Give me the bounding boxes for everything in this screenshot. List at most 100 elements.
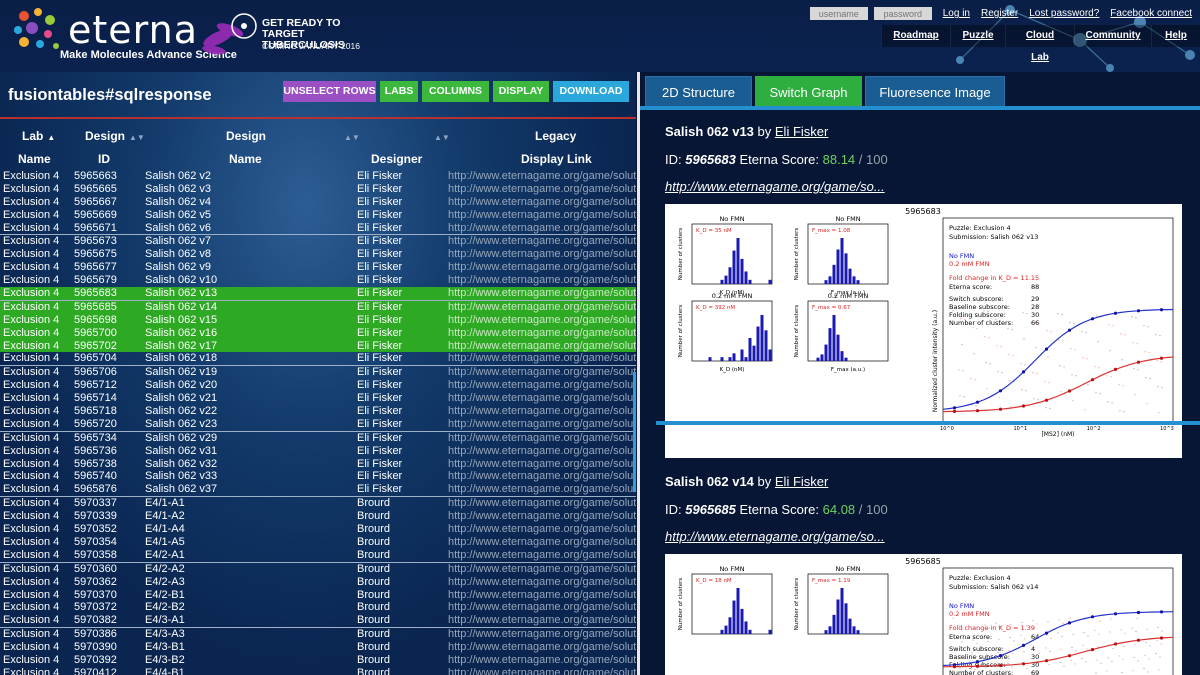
nav-community[interactable]: Community xyxy=(1074,25,1151,47)
tab-2d-structure[interactable]: 2D Structure xyxy=(645,76,752,106)
cell-legacy-link[interactable]: http://www.eternagame.org/game/solution xyxy=(448,576,636,589)
table-row[interactable]: Exclusion 4 5970372 E4/2-B2 Brourd http://ww… xyxy=(0,601,636,614)
tab-switch-graph[interactable]: Switch Graph xyxy=(755,76,862,106)
cell-legacy-link[interactable]: http://www.eternagame.org/game/solution xyxy=(448,667,636,675)
login-link[interactable]: Log in xyxy=(943,8,970,19)
cell-legacy-link[interactable]: http://www.eternagame.org/game/solution xyxy=(448,261,636,274)
table-row[interactable]: Exclusion 4 5965714 Salish 062 v21 Eli Fisk… xyxy=(0,392,636,405)
password-field[interactable] xyxy=(873,7,932,20)
cell-legacy-link[interactable]: http://www.eternagame.org/game/solution xyxy=(448,497,636,510)
cell-legacy-link[interactable]: http://www.eternagame.org/game/solution xyxy=(448,222,636,235)
cell-legacy-link[interactable]: http://www.eternagame.org/game/solution xyxy=(448,641,636,654)
column-header-designer[interactable]: ▲▼ xyxy=(430,129,450,143)
column-header-lab[interactable]: Lab ▲ xyxy=(22,129,55,143)
cell-legacy-link[interactable]: http://www.eternagame.org/game/solution xyxy=(448,418,636,431)
table-row[interactable]: Exclusion 4 5965718 Salish 062 v22 Eli Fisk… xyxy=(0,405,636,418)
promo-banner[interactable]: GET READY TO TARGET TUBERCULOSIS COMING … xyxy=(200,4,390,64)
cell-legacy-link[interactable]: http://www.eternagame.org/game/solution xyxy=(448,563,636,576)
table-row[interactable]: Exclusion 4 5970339 E4/1-A2 Brourd http://ww… xyxy=(0,510,636,523)
designer-link[interactable]: Eli Fisker xyxy=(775,124,828,139)
table-row[interactable]: Exclusion 4 5965740 Salish 062 v33 Eli Fisk… xyxy=(0,470,636,483)
cell-legacy-link[interactable]: http://www.eternagame.org/game/solution xyxy=(448,392,636,405)
cell-legacy-link[interactable]: http://www.eternagame.org/game/solution xyxy=(448,510,636,523)
table-row[interactable]: Exclusion 4 5965667 Salish 062 v4 Eli Fiske… xyxy=(0,196,636,209)
nav-help[interactable]: Help xyxy=(1151,25,1200,47)
table-row[interactable]: Exclusion 4 5970392 E4/3-B2 Brourd http://ww… xyxy=(0,654,636,667)
table-row[interactable]: Exclusion 4 5965720 Salish 062 v23 Eli Fisk… xyxy=(0,418,636,431)
table-row[interactable]: Exclusion 4 5970337 E4/1-A1 Brourd http://ww… xyxy=(0,496,636,510)
table-row[interactable]: Exclusion 4 5965702 Salish 062 v17 Eli Fisk… xyxy=(0,339,636,353)
cell-legacy-link[interactable]: http://www.eternagame.org/game/solution xyxy=(448,196,636,209)
lost-password-link[interactable]: Lost password? xyxy=(1029,8,1099,19)
unselect-rows-button[interactable]: UNSELECT ROWS xyxy=(283,81,376,102)
table-row[interactable]: Exclusion 4 5965673 Salish 062 v7 Eli Fiske… xyxy=(0,234,636,248)
cell-legacy-link[interactable]: http://www.eternagame.org/game/solution xyxy=(448,366,636,379)
cell-legacy-link[interactable]: http://www.eternagame.org/game/solution xyxy=(448,405,636,418)
cell-legacy-link[interactable]: http://www.eternagame.org/game/solution xyxy=(448,327,636,340)
column-header-design-name[interactable]: Design xyxy=(226,129,266,143)
download-button[interactable]: DOWNLOAD xyxy=(553,81,629,102)
designer-link[interactable]: Eli Fisker xyxy=(775,474,828,489)
table-row[interactable]: Exclusion 4 5970390 E4/3-B1 Brourd http://ww… xyxy=(0,641,636,654)
labs-button[interactable]: LABS xyxy=(380,81,418,102)
table-row[interactable]: Exclusion 4 5970382 E4/3-A1 Brourd http://ww… xyxy=(0,614,636,627)
cell-legacy-link[interactable]: http://www.eternagame.org/game/solution xyxy=(448,235,636,248)
table-row[interactable]: Exclusion 4 5970386 E4/3-A3 Brourd http://ww… xyxy=(0,627,636,641)
cell-legacy-link[interactable]: http://www.eternagame.org/game/solution xyxy=(448,614,636,627)
table-row[interactable]: Exclusion 4 5965671 Salish 062 v6 Eli Fiske… xyxy=(0,222,636,235)
table-row[interactable]: Exclusion 4 5965876 Salish 062 v37 Eli Fisk… xyxy=(0,483,636,496)
column-header-legacy[interactable]: Legacy xyxy=(535,129,576,143)
table-row[interactable]: Exclusion 4 5970360 E4/2-A2 Brourd http://ww… xyxy=(0,561,636,576)
table-row[interactable]: Exclusion 4 5965679 Salish 062 v10 Eli Fisk… xyxy=(0,274,636,287)
cell-legacy-link[interactable]: http://www.eternagame.org/game/solution xyxy=(448,209,636,222)
table-row[interactable]: Exclusion 4 5970362 E4/2-A3 Brourd http://ww… xyxy=(0,576,636,589)
table-row[interactable]: Exclusion 4 5970370 E4/2-B1 Brourd http://ww… xyxy=(0,589,636,602)
cell-legacy-link[interactable]: http://www.eternagame.org/game/solution xyxy=(448,470,636,483)
table-row[interactable]: Exclusion 4 5965665 Salish 062 v3 Eli Fiske… xyxy=(0,183,636,196)
cell-legacy-link[interactable]: http://www.eternagame.org/game/solution xyxy=(448,183,636,196)
table-row[interactable]: Exclusion 4 5965736 Salish 062 v31 Eli Fisk… xyxy=(0,445,636,458)
table-row[interactable]: Exclusion 4 5965663 Salish 062 v2 Eli Fiske… xyxy=(0,170,636,183)
nav-puzzle[interactable]: Puzzle xyxy=(950,25,1005,47)
scrollbar[interactable] xyxy=(633,372,636,492)
register-link[interactable]: Register xyxy=(981,8,1018,19)
cell-legacy-link[interactable]: http://www.eternagame.org/game/solution xyxy=(448,654,636,667)
display-button[interactable]: DISPLAY xyxy=(493,81,549,102)
cell-legacy-link[interactable]: http://www.eternagame.org/game/solution xyxy=(448,301,636,314)
table-row[interactable]: Exclusion 4 5970354 E4/1-A5 Brourd http://ww… xyxy=(0,536,636,549)
table-row[interactable]: Exclusion 4 5965677 Salish 062 v9 Eli Fiske… xyxy=(0,261,636,274)
table-row[interactable]: Exclusion 4 5965706 Salish 062 v19 Eli Fisk… xyxy=(0,365,636,379)
cell-legacy-link[interactable]: http://www.eternagame.org/game/solution xyxy=(448,601,636,614)
table-row[interactable]: Exclusion 4 5965734 Salish 062 v29 Eli Fisk… xyxy=(0,430,636,445)
cell-legacy-link[interactable]: http://www.eternagame.org/game/solution xyxy=(448,287,636,300)
cell-legacy-link[interactable]: http://www.eternagame.org/game/solution xyxy=(448,458,636,471)
table-row[interactable]: Exclusion 4 5965700 Salish 062 v16 Eli Fisk… xyxy=(0,326,636,340)
cell-legacy-link[interactable]: http://www.eternagame.org/game/solution xyxy=(448,170,636,183)
table-row[interactable]: Exclusion 4 5965738 Salish 062 v32 Eli Fisk… xyxy=(0,458,636,471)
cell-legacy-link[interactable]: http://www.eternagame.org/game/solution xyxy=(448,549,636,562)
table-row[interactable]: Exclusion 4 5965712 Salish 062 v20 Eli Fisk… xyxy=(0,379,636,392)
columns-button[interactable]: COLUMNS xyxy=(422,81,489,102)
table-row[interactable]: Exclusion 4 5970412 E4/4-B1 Brourd http://ww… xyxy=(0,667,636,675)
table-row[interactable]: Exclusion 4 5965685 Salish 062 v14 Eli Fisk… xyxy=(0,299,636,314)
eterna-logo[interactable]: eterna Make Molecules Advance Science xyxy=(10,6,237,62)
cell-legacy-link[interactable]: http://www.eternagame.org/game/solution xyxy=(448,523,636,536)
username-field[interactable] xyxy=(809,7,868,20)
cell-legacy-link[interactable]: http://www.eternagame.org/game/solution xyxy=(448,340,636,353)
design-url-link[interactable]: http://www.eternagame.org/game/so... xyxy=(665,529,885,544)
nav-roadmap[interactable]: Roadmap xyxy=(881,25,950,47)
cell-legacy-link[interactable]: http://www.eternagame.org/game/solution xyxy=(448,352,636,365)
table-row[interactable]: Exclusion 4 5965698 Salish 062 v15 Eli Fisk… xyxy=(0,313,636,327)
cell-legacy-link[interactable]: http://www.eternagame.org/game/solution xyxy=(448,314,636,327)
facebook-connect-link[interactable]: Facebook connect xyxy=(1110,8,1192,19)
cell-legacy-link[interactable]: http://www.eternagame.org/game/solution xyxy=(448,274,636,287)
design-url-link[interactable]: http://www.eternagame.org/game/so... xyxy=(665,179,885,194)
table-row[interactable]: Exclusion 4 5970358 E4/2-A1 Brourd http://ww… xyxy=(0,549,636,562)
cell-legacy-link[interactable]: http://www.eternagame.org/game/solution xyxy=(448,379,636,392)
tab-fluoresence-image[interactable]: Fluoresence Image xyxy=(865,76,1005,106)
table-row[interactable]: Exclusion 4 5965704 Salish 062 v18 Eli Fisk… xyxy=(0,352,636,365)
nav-cloud-lab[interactable]: Cloud Lab xyxy=(1005,25,1074,63)
cell-legacy-link[interactable]: http://www.eternagame.org/game/solution xyxy=(448,445,636,458)
cell-legacy-link[interactable]: http://www.eternagame.org/game/solution xyxy=(448,536,636,549)
cell-legacy-link[interactable]: http://www.eternagame.org/game/solution xyxy=(448,432,636,445)
